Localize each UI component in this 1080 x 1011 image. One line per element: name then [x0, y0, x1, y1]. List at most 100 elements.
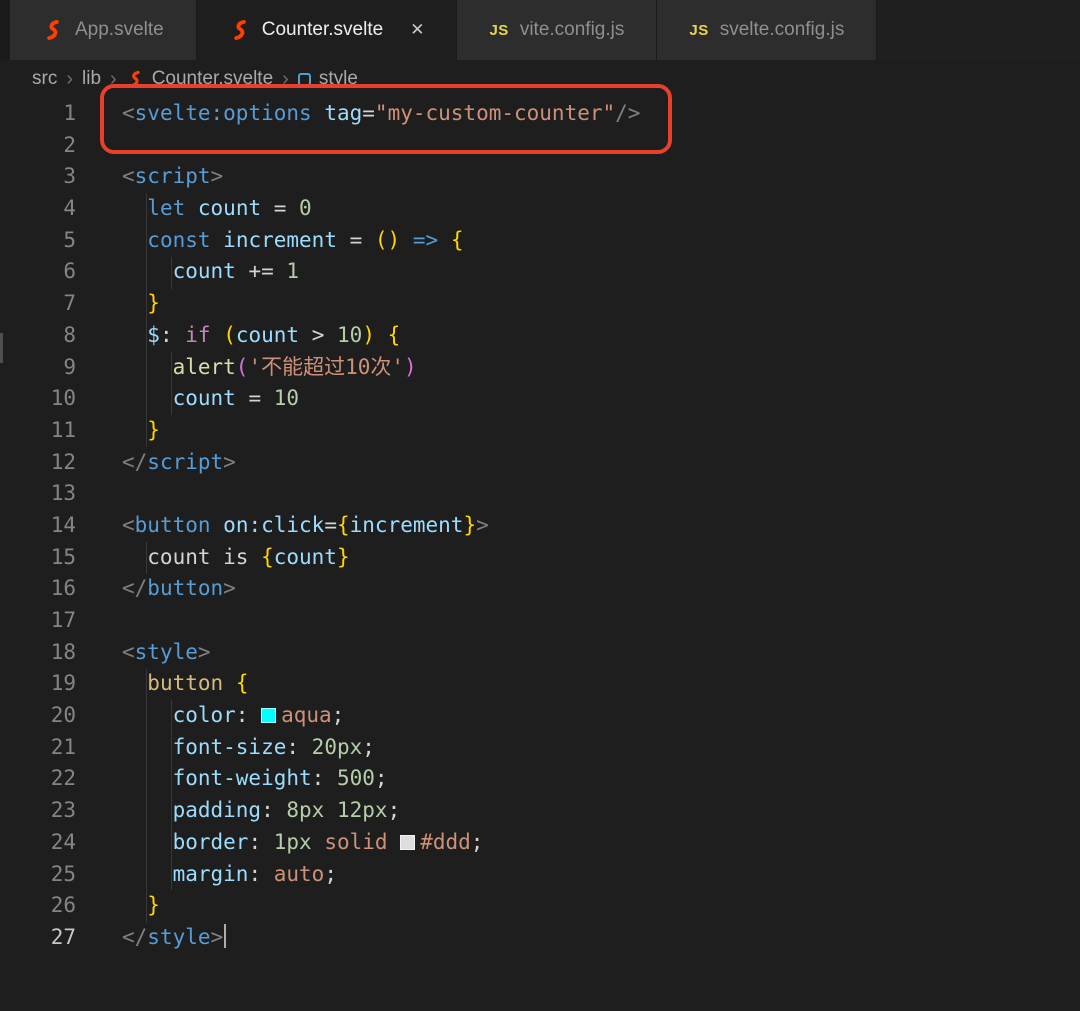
- js-icon: JS: [689, 21, 709, 39]
- code-token: ;: [362, 734, 375, 759]
- code-line-9[interactable]: 9 alert('不能超过10次'): [0, 352, 1080, 384]
- code-line-7[interactable]: 7 }: [0, 288, 1080, 320]
- breadcrumb-item-src[interactable]: src: [32, 68, 57, 90]
- code-line-13[interactable]: 13: [0, 478, 1080, 510]
- code-token: ;: [387, 798, 401, 823]
- code-token: :: [261, 798, 287, 823]
- tab-counter-svelte[interactable]: Counter.svelte ✕: [196, 0, 458, 60]
- tab-svelte-config-js[interactable]: JS svelte.config.js: [657, 0, 878, 60]
- code-line-4[interactable]: 4 let count = 0: [0, 193, 1080, 225]
- code-line-27[interactable]: 27 </style>: [0, 922, 1080, 954]
- code-line-24[interactable]: 24 border: 1px solid #ddd;: [0, 827, 1080, 859]
- code-token: {: [235, 671, 249, 696]
- code-line-10[interactable]: 10 count = 10: [0, 383, 1080, 415]
- code-token: 500: [336, 766, 375, 791]
- line-content: margin: auto;: [122, 859, 337, 891]
- breadcrumb-label: lib: [82, 68, 102, 89]
- line-number: 2: [63, 132, 76, 157]
- code-token: aqua: [281, 703, 332, 728]
- code-line-1[interactable]: 1 <svelte:options tag="my-custom-counter"…: [0, 98, 1080, 130]
- line-content: </style>: [122, 922, 227, 954]
- color-swatch[interactable]: [400, 834, 416, 850]
- breadcrumb-item-counter-svelte[interactable]: Counter.svelte: [126, 68, 273, 90]
- code-line-6[interactable]: 6 count += 1: [0, 256, 1080, 288]
- code-token: count: [197, 196, 262, 221]
- color-swatch[interactable]: [261, 708, 277, 724]
- line-content: </script>: [122, 447, 236, 479]
- code-token: {: [387, 322, 401, 347]
- code-token: =: [362, 101, 375, 125]
- breadcrumb-item-style[interactable]: style: [297, 68, 358, 90]
- code-token: font-weight: [172, 766, 312, 791]
- line-number: 23: [50, 798, 76, 823]
- code-line-14[interactable]: 14 <button on:click={increment}>: [0, 510, 1080, 542]
- line-number: 19: [50, 671, 76, 696]
- code-token: {: [261, 544, 274, 569]
- code-line-20[interactable]: 20 color: aqua;: [0, 700, 1080, 732]
- code-line-2[interactable]: 2: [0, 130, 1080, 162]
- code-line-15[interactable]: 15 count is {count}: [0, 542, 1080, 574]
- vscode-window: App.svelte Counter.svelte ✕ JS vite.config.j…: [0, 0, 1080, 1011]
- line-number: 1: [63, 101, 76, 125]
- code-line-26[interactable]: 26 }: [0, 890, 1080, 922]
- code-token: color: [172, 703, 236, 728]
- code-line-25[interactable]: 25 margin: auto;: [0, 859, 1080, 891]
- line-content: <script>: [122, 161, 223, 193]
- line-number: 14: [50, 512, 76, 537]
- code-token: <: [122, 101, 135, 125]
- line-number: 4: [63, 196, 76, 221]
- line-content: padding: 8px 12px;: [122, 795, 401, 827]
- line-number: 26: [50, 893, 76, 918]
- code-token: ;: [470, 829, 484, 854]
- svelte-icon: [42, 19, 64, 41]
- breadcrumb-label: src: [32, 68, 58, 89]
- line-number: 25: [50, 861, 76, 886]
- code-line-17[interactable]: 17: [0, 605, 1080, 637]
- code-line-5[interactable]: 5 const increment = () => {: [0, 225, 1080, 257]
- code-token: svelte:options: [134, 101, 312, 125]
- tab-vite-config-js[interactable]: JS vite.config.js: [457, 0, 658, 60]
- code-line-23[interactable]: 23 padding: 8px 12px;: [0, 795, 1080, 827]
- code-token: =: [261, 196, 300, 221]
- code-line-18[interactable]: 18 <style>: [0, 637, 1080, 669]
- code-line-21[interactable]: 21 font-size: 20px;: [0, 732, 1080, 764]
- code-line-22[interactable]: 22 font-weight: 500;: [0, 763, 1080, 795]
- js-icon: JS: [489, 21, 509, 39]
- breadcrumb-item-lib[interactable]: lib: [82, 68, 101, 90]
- code-token: {: [450, 227, 464, 252]
- line-content: <style>: [122, 637, 211, 669]
- code-line-16[interactable]: 16 </button>: [0, 573, 1080, 605]
- code-line-3[interactable]: 3 <script>: [0, 161, 1080, 193]
- code-token: ;: [324, 861, 337, 886]
- code-line-11[interactable]: 11 }: [0, 415, 1080, 447]
- close-icon[interactable]: ✕: [410, 20, 424, 40]
- code-token: }: [336, 544, 350, 569]
- code-token: }: [463, 512, 477, 537]
- line-content: count = 10: [122, 383, 299, 415]
- line-content: button {: [122, 668, 248, 700]
- code-area[interactable]: 1 <svelte:options tag="my-custom-counter"…: [0, 98, 1080, 954]
- tab-app-svelte[interactable]: App.svelte: [10, 0, 197, 60]
- code-token: (: [235, 354, 249, 379]
- code-token: =: [235, 386, 274, 411]
- code-token: =: [324, 512, 337, 537]
- tab-label: vite.config.js: [519, 19, 625, 40]
- line-content: font-weight: 500;: [122, 763, 388, 795]
- code-line-19[interactable]: 19 button {: [0, 668, 1080, 700]
- code-token: 0: [299, 196, 312, 221]
- line-number: 13: [50, 481, 76, 506]
- code-token: let: [147, 196, 186, 221]
- code-line-8[interactable]: 8 $: if (count > 10) {: [0, 320, 1080, 352]
- code-line-12[interactable]: 12 </script>: [0, 447, 1080, 479]
- code-token: :: [248, 861, 274, 886]
